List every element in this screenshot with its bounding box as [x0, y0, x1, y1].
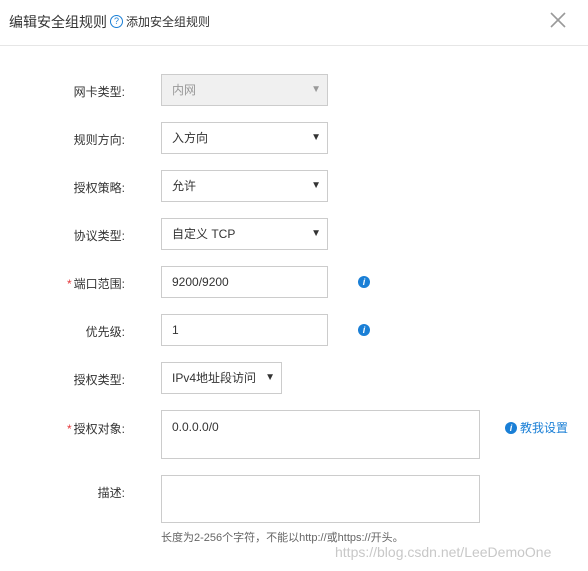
caret-down-icon: ▼	[265, 372, 275, 383]
protocol-select[interactable]: 自定义 TCP ▼	[161, 218, 328, 250]
auth-type-value: IPv4地址段访问	[172, 371, 257, 385]
description-hint: 长度为2-256个字符，不能以http://或https://开头。	[161, 532, 404, 544]
direction-value: 入方向	[172, 131, 209, 145]
info-icon: i	[505, 421, 517, 434]
help-link[interactable]: ? 添加安全组规则	[110, 13, 210, 30]
port-range-value: 9200/9200	[172, 275, 229, 289]
port-range-input[interactable]: 9200/9200	[161, 266, 328, 298]
nic-type-label: 网卡类型:	[73, 85, 125, 99]
protocol-value: 自定义 TCP	[172, 227, 236, 241]
priority-input[interactable]: 1	[161, 314, 328, 346]
priority-value: 1	[172, 323, 179, 337]
priority-label: 优先级:	[85, 325, 125, 339]
port-range-label: * 端口范围:	[0, 275, 125, 292]
protocol-label: 协议类型:	[73, 229, 125, 243]
teach-me-link[interactable]: i 教我设置	[505, 419, 568, 436]
close-icon[interactable]	[549, 11, 567, 29]
caret-down-icon: ▼	[311, 228, 321, 239]
auth-type-select[interactable]: IPv4地址段访问 ▼	[161, 362, 282, 394]
port-range-label-text: 端口范围:	[73, 277, 125, 291]
nic-type-value: 内网	[172, 83, 197, 97]
auth-type-label: 授权类型:	[73, 373, 125, 387]
required-mark: *	[66, 422, 72, 436]
policy-select[interactable]: 允许 ▼	[161, 170, 328, 202]
teach-me-label: 教我设置	[520, 421, 569, 435]
policy-value: 允许	[172, 179, 197, 193]
watermark: https://blog.csdn.net/LeeDemoOne	[335, 544, 552, 560]
required-mark: *	[66, 277, 72, 291]
caret-down-icon: ▼	[311, 180, 321, 191]
nic-type-select: 内网 ▼	[161, 74, 328, 106]
question-circle-icon: ?	[110, 15, 123, 28]
description-label: 描述:	[97, 486, 125, 500]
description-textarea[interactable]	[161, 475, 480, 523]
info-icon[interactable]: i	[358, 324, 370, 336]
caret-down-icon: ▼	[311, 84, 321, 95]
auth-object-label-text: 授权对象:	[73, 422, 125, 436]
direction-label: 规则方向:	[73, 133, 125, 147]
auth-object-label: * 授权对象:	[0, 420, 125, 437]
policy-label: 授权策略:	[73, 181, 125, 195]
auth-object-value: 0.0.0.0/0	[172, 420, 219, 434]
dialog-title: 编辑安全组规则	[9, 14, 107, 30]
help-link-label: 添加安全组规则	[126, 15, 211, 29]
info-icon[interactable]: i	[358, 276, 370, 288]
caret-down-icon: ▼	[311, 132, 321, 143]
direction-select[interactable]: 入方向 ▼	[161, 122, 328, 154]
dialog-header: 编辑安全组规则 ? 添加安全组规则	[0, 0, 588, 46]
auth-object-textarea[interactable]: 0.0.0.0/0	[161, 410, 480, 459]
